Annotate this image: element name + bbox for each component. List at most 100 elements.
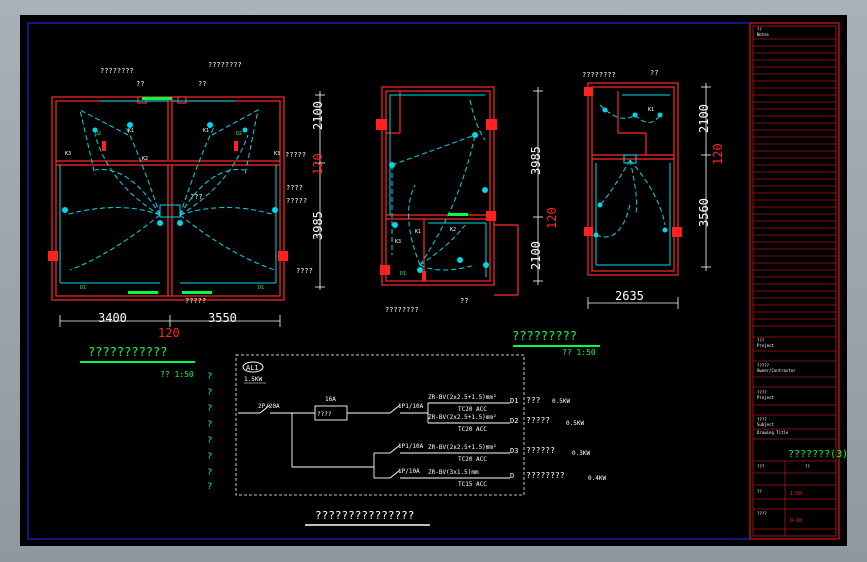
branch1-cable: ZR-BV(2x2.5+1.5)mm² [428, 394, 497, 401]
floor-plan-2: K1 K2 K3 D1 ???????? ?? 3985 2100 120 ??… [376, 86, 600, 357]
tb-label: Owner/Contractor [757, 368, 796, 373]
branch3-load: 0.3KW [572, 450, 590, 457]
schematic-title: ??????????????? [315, 509, 414, 522]
plan1-dim-vertical-top: 2100 [311, 101, 325, 130]
plan1-callout-r1: ????? [285, 151, 306, 159]
note-line: ? [207, 436, 212, 446]
tb-date-label: ??? [757, 464, 765, 469]
note-line: ? [207, 468, 212, 478]
tb-label: Notes [757, 32, 770, 37]
plan2-columns [376, 119, 497, 275]
plan1-dim-horizontal-right: 3550 [208, 311, 237, 325]
plan2-solid-wiring [389, 94, 487, 277]
tb-label: Project [757, 343, 774, 348]
branch1-desc: ??? [526, 396, 541, 405]
plan3-dim-vertical-bottom: 3560 [697, 198, 711, 227]
branch3-conduit: TC20 ACC [458, 456, 487, 463]
plan2-wiring [391, 99, 486, 271]
plan2-title: ????????? [512, 329, 577, 343]
plan1-label-mid2: ?? [198, 80, 206, 88]
branch3-cable: ZR-BV(2x2.5+1.5)mm² [428, 444, 497, 451]
branch4-cable: ZR-BV(3x1.5)mm [428, 469, 479, 476]
branch4-conduit: TC15 ACC [458, 481, 487, 488]
plan1-callout-r2: ???? [286, 184, 303, 192]
plan3-solid-wiring [595, 94, 671, 266]
plan3-callout-top-right: ?? [650, 69, 658, 77]
tb-scale-value: 1:50 [790, 491, 802, 497]
plan1-callout-r3: ????? [286, 197, 307, 205]
branch4-load: 0.4KW [588, 475, 606, 482]
plan2-dim-vertical-bottom: 2100 [529, 241, 543, 270]
plan1-dim-horizontal-wall: 120 [158, 326, 180, 340]
branch4-breaker: 1P/10A [398, 468, 420, 475]
main-breaker-rating: 2P/20A [258, 403, 280, 410]
plan2-callout-bottom-right: ?? [460, 297, 468, 305]
plan3-tag-k1: K1 [648, 107, 654, 113]
plan3-dim-vertical-wall: 120 [711, 143, 725, 165]
plan2-scale: ?? 1:50 [562, 348, 596, 357]
panel-id: AL1 [246, 364, 259, 372]
plan2-green-mark [448, 213, 468, 216]
plan3-walls [587, 82, 679, 276]
plan1-dim-horizontal-left: 3400 [98, 311, 127, 325]
floor-plan-1: ???????? ???????? ?? ?? K1 K1 K3 K3 K2 D… [48, 61, 325, 379]
cad-viewport[interactable]: ???????? ???????? ?? ?? K1 K1 K3 K3 K2 D… [20, 15, 847, 546]
plan2-dim-vertical-wall: 120 [545, 207, 559, 229]
note-line: ? [207, 482, 212, 492]
plan1-dim-vertical-wall: 120 [311, 153, 325, 175]
branch3-desc: ?????? [526, 446, 555, 455]
plan1-callout-bottom: ????? [185, 297, 206, 305]
plan3-dim-horizontal: 2635 [615, 289, 644, 303]
branch2-conduit: TC20 ACC [458, 426, 487, 433]
plan1-tag-k3-left: K3 [65, 151, 71, 157]
note-line: ? [207, 372, 212, 382]
tb-date-value: ?? [805, 464, 810, 469]
plan1-callout-top-left: ???????? [100, 67, 134, 75]
plan2-tag-d1: D1 [400, 271, 406, 277]
rcd-rating: 16A [325, 396, 336, 403]
plan1-tag-k1-left: K1 [128, 128, 134, 134]
title-block-frame [749, 22, 840, 540]
plan3-wiring [595, 104, 666, 238]
rcd-label: ???? [317, 411, 332, 418]
title-block: ?? Notes ??? Project ????? Owner/Contrac… [749, 22, 847, 540]
plan2-fixtures [389, 132, 489, 281]
tb-label: Drawing Title [757, 430, 789, 435]
branch1-load: 0.5KW [552, 398, 570, 405]
branch3-id: D3 [510, 447, 518, 455]
plan3-callout-top: ???????? [582, 71, 616, 79]
branch1-conduit: TC20 ACC [458, 406, 487, 413]
tb-label: Subject [757, 422, 774, 427]
plan1-tag-k2: K2 [142, 156, 148, 162]
plan1-tag-d1-left: D1 [80, 285, 86, 291]
plan3-columns [584, 87, 682, 237]
plan2-callout-bottom: ???????? [385, 306, 419, 314]
tb-label: Project [757, 395, 774, 400]
tb-sheet-label: ???? [757, 511, 767, 516]
branch2-cable: ZR-BV(2x2.5+1.5)mm² [428, 414, 497, 421]
plan1-callout-top-right: ???????? [208, 61, 242, 69]
panel-load: 1.5KW [244, 376, 262, 383]
plan3-dim-vertical-top: 2100 [697, 104, 711, 133]
note-line: ? [207, 388, 212, 398]
plan1-tag-d1-right: D1 [258, 285, 264, 291]
plan1-tag-d2-right: D2 [236, 131, 242, 137]
plan3-fixtures [593, 107, 668, 238]
branch4-id: D [510, 472, 514, 480]
plan1-callout-r4: ???? [296, 267, 313, 275]
floor-plan-3: ???????? ?? K1 2100 3560 120 2635 [582, 69, 725, 309]
tb-drawing-name: ???????(3) [788, 449, 847, 460]
drawing-canvas: ???????? ???????? ?? ?? K1 K1 K3 K3 K2 D… [27, 22, 847, 540]
plan1-walls [51, 96, 285, 301]
plan1-dim-vertical-bottom: 3985 [311, 211, 325, 240]
branch2-desc: ????? [526, 416, 550, 425]
plan1-callout-center: ??? [190, 193, 203, 201]
branch3-breaker: 1P1/10A [398, 443, 424, 450]
tb-scale-label: ?? [757, 489, 762, 494]
note-line: ? [207, 404, 212, 414]
plan1-tag-k1-right: K1 [203, 128, 209, 134]
schematic-box [235, 354, 525, 496]
plan1-scale: ?? 1:50 [160, 370, 194, 379]
note-line: ? [207, 420, 212, 430]
branch2-load: 0.5KW [566, 420, 584, 427]
